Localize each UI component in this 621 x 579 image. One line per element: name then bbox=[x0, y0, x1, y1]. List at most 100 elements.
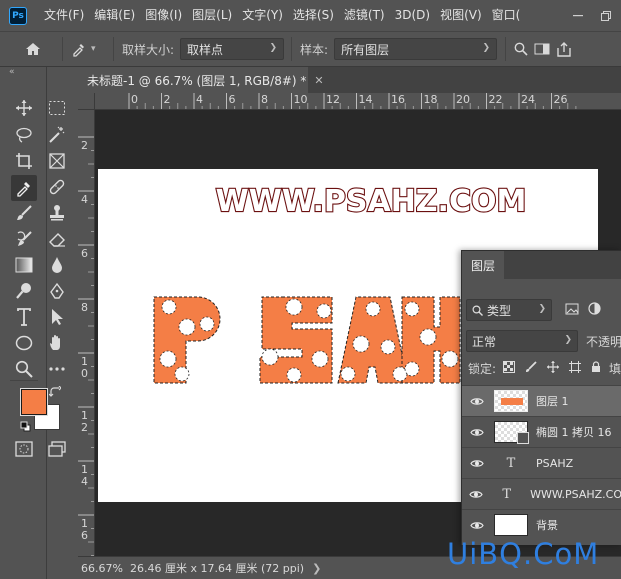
menu-window[interactable]: 窗口( bbox=[487, 0, 526, 31]
swap-colors-icon[interactable] bbox=[48, 385, 62, 401]
marquee-tool-icon[interactable] bbox=[45, 96, 69, 120]
type-tool-icon[interactable] bbox=[12, 305, 36, 329]
options-bar: ▾ 取样大小: 取样点 ❯ 样本: 所有图层 ❯ bbox=[0, 31, 621, 67]
horizontal-ruler[interactable]: 0 2 4 6 8 10 12 14 16 18 20 22 24 26 bbox=[95, 93, 621, 110]
share-icon[interactable] bbox=[556, 41, 576, 57]
tab-layers[interactable]: 图层 bbox=[462, 251, 504, 279]
layer-name[interactable]: 椭圆 1 拷贝 16 bbox=[536, 424, 612, 440]
ruler-origin[interactable] bbox=[78, 93, 95, 110]
lock-pixels-icon[interactable] bbox=[525, 360, 537, 376]
ruler-label: 24 bbox=[521, 93, 535, 106]
home-icon[interactable] bbox=[22, 38, 44, 60]
lock-artboard-icon[interactable] bbox=[569, 360, 582, 376]
eyedropper-preset-icon[interactable]: ▾ bbox=[71, 41, 105, 57]
quick-mask-icon[interactable] bbox=[12, 437, 36, 461]
lock-position-icon[interactable] bbox=[547, 360, 560, 376]
close-icon[interactable]: ✕ bbox=[314, 74, 323, 87]
eyedropper-tool-icon[interactable] bbox=[11, 175, 37, 201]
lock-transparent-icon[interactable] bbox=[503, 360, 516, 376]
blend-mode-select[interactable]: 正常 ❯ bbox=[466, 330, 578, 352]
adjustment-filter-icon[interactable] bbox=[588, 302, 601, 318]
fill-label: 填 bbox=[609, 361, 621, 376]
magic-wand-tool-icon[interactable] bbox=[45, 123, 69, 147]
ruler-label: 2 bbox=[81, 139, 88, 152]
eye-icon[interactable] bbox=[462, 521, 492, 530]
eye-icon[interactable] bbox=[462, 428, 492, 437]
path-selection-tool-icon[interactable] bbox=[45, 305, 69, 329]
separator bbox=[10, 380, 38, 381]
menu-select[interactable]: 选择(S) bbox=[288, 0, 339, 31]
blend-mode-row: 正常 ❯ 不透明 bbox=[462, 330, 621, 352]
layer-row[interactable]: 椭圆 1 拷贝 16 bbox=[462, 416, 621, 447]
move-tool-icon[interactable] bbox=[12, 96, 36, 120]
layer-name[interactable]: 背景 bbox=[536, 517, 558, 533]
lock-all-icon[interactable] bbox=[591, 360, 601, 376]
dodge-tool-icon[interactable] bbox=[12, 279, 36, 303]
default-colors-icon[interactable] bbox=[20, 421, 31, 435]
layer-thumbnail bbox=[494, 390, 528, 412]
sample-size-value: 取样点 bbox=[187, 42, 224, 57]
minimize-icon[interactable] bbox=[568, 0, 588, 31]
ruler-label: 4 bbox=[196, 93, 203, 106]
ruler-label: 18 bbox=[424, 93, 438, 106]
menu-edit[interactable]: 编辑(E) bbox=[89, 0, 140, 31]
zoom-level[interactable]: 66.67% bbox=[81, 562, 127, 575]
lasso-tool-icon[interactable] bbox=[12, 123, 36, 147]
layer-name[interactable]: PSAHZ bbox=[536, 457, 573, 470]
search-icon bbox=[472, 304, 483, 316]
ruler-label: 14 bbox=[359, 93, 373, 106]
eye-icon[interactable] bbox=[462, 397, 492, 406]
restore-icon[interactable] bbox=[594, 0, 618, 31]
menu-image[interactable]: 图像(I) bbox=[140, 0, 187, 31]
eye-icon[interactable] bbox=[462, 459, 492, 468]
chevron-right-icon[interactable]: ❯ bbox=[312, 562, 321, 575]
layer-row[interactable]: T WWW.PSAHZ.CO bbox=[462, 478, 621, 509]
brush-tool-icon[interactable] bbox=[12, 201, 36, 225]
sample-size-select[interactable]: 取样点 ❯ bbox=[180, 38, 285, 60]
chevron-down-icon: ❯ bbox=[564, 335, 572, 345]
layer-name[interactable]: WWW.PSAHZ.CO bbox=[530, 488, 621, 501]
vertical-ruler[interactable]: 246810121416 bbox=[78, 110, 95, 556]
screen-mode-icon[interactable] bbox=[45, 437, 69, 461]
ruler-label: 6 bbox=[229, 93, 236, 106]
ruler-label: 16 bbox=[391, 93, 405, 106]
history-brush-tool-icon[interactable] bbox=[12, 227, 36, 251]
frame-tool-icon[interactable] bbox=[45, 149, 69, 173]
zoom-tool-icon[interactable] bbox=[12, 357, 36, 381]
ruler-label: 26 bbox=[554, 93, 568, 106]
menu-filter[interactable]: 滤镜(T) bbox=[339, 0, 390, 31]
document-tab[interactable]: 未标题-1 @ 66.7% (图层 1, RGB/8#) * ✕ bbox=[78, 67, 324, 93]
collapse-icon[interactable]: « bbox=[9, 67, 15, 77]
foreground-color-swatch[interactable] bbox=[20, 388, 48, 416]
crop-tool-icon[interactable] bbox=[12, 149, 36, 173]
menu-view[interactable]: 视图(V) bbox=[435, 0, 487, 31]
blur-tool-icon[interactable] bbox=[45, 253, 69, 277]
more-tools-icon[interactable] bbox=[45, 357, 69, 381]
ellipse-tool-icon[interactable] bbox=[12, 331, 36, 355]
text-layer-icon: T bbox=[506, 455, 516, 471]
hand-tool-icon[interactable] bbox=[45, 331, 69, 355]
menu-layer[interactable]: 图层(L) bbox=[187, 0, 237, 31]
menu-file[interactable]: 文件(F) bbox=[39, 0, 89, 31]
search-icon[interactable] bbox=[514, 42, 534, 56]
document-size[interactable]: 26.46 厘米 x 17.64 厘米 (72 ppi) bbox=[130, 560, 304, 576]
eraser-tool-icon[interactable] bbox=[45, 227, 69, 251]
layer-row[interactable]: T PSAHZ bbox=[462, 447, 621, 478]
layers-tab-bar: 图层 bbox=[462, 251, 621, 279]
menu-3d[interactable]: 3D(D) bbox=[390, 0, 435, 31]
healing-brush-tool-icon[interactable] bbox=[45, 175, 69, 199]
document-tab-bar: 未标题-1 @ 66.7% (图层 1, RGB/8#) * ✕ bbox=[78, 67, 621, 93]
sample-select[interactable]: 所有图层 ❯ bbox=[334, 38, 498, 60]
clone-stamp-tool-icon[interactable] bbox=[45, 201, 69, 225]
layer-name[interactable]: 图层 1 bbox=[536, 393, 569, 409]
layer-filter-select[interactable]: 类型 ❯ bbox=[466, 299, 552, 321]
menu-type[interactable]: 文字(Y) bbox=[237, 0, 288, 31]
pen-tool-icon[interactable] bbox=[45, 279, 69, 303]
sample-label: 样本: bbox=[300, 42, 329, 57]
image-filter-icon[interactable] bbox=[565, 303, 579, 318]
layer-row[interactable]: 图层 1 bbox=[462, 385, 621, 416]
gradient-tool-icon[interactable] bbox=[12, 253, 36, 277]
eye-icon[interactable] bbox=[462, 490, 489, 499]
text-layer-icon: T bbox=[502, 486, 512, 502]
workspace-icon[interactable] bbox=[534, 42, 556, 56]
